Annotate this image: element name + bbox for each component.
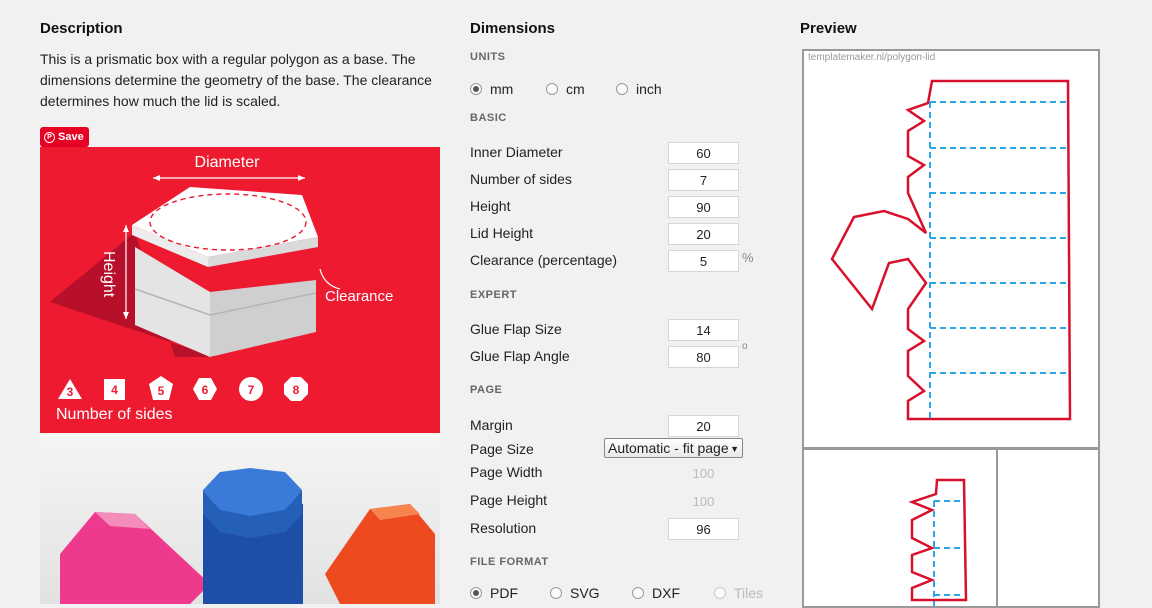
diameter-label: Diameter — [195, 154, 261, 171]
sides-6: 6 — [202, 383, 209, 397]
number-of-sides-row: Number of sides — [470, 169, 770, 191]
preview-sheet-3[interactable] — [996, 448, 1100, 608]
page-size-select[interactable]: Automatic - fit page ▼ — [604, 438, 743, 458]
cut-outline — [830, 79, 1072, 421]
preview-sheet-2[interactable] — [802, 448, 998, 608]
format-option-dxf[interactable]: DXF — [632, 585, 690, 601]
description-heading: Description — [40, 20, 123, 37]
format-option-tiles: Tiles — [714, 585, 763, 601]
clearance-row: Clearance (percentage) % — [470, 250, 770, 272]
unit-option-mm[interactable]: mm — [470, 81, 522, 97]
page-width-row: Page Width — [470, 462, 770, 484]
lid-height-input[interactable] — [668, 223, 739, 245]
dropdown-arrow-icon: ▼ — [730, 444, 739, 454]
height-label: Height — [100, 251, 117, 298]
page-width-input — [668, 462, 739, 484]
radio-checked-icon[interactable] — [470, 83, 482, 95]
boxes-photo — [40, 434, 440, 604]
glue-flap-size-input[interactable] — [668, 319, 739, 341]
units-section-label: UNITS — [470, 51, 506, 63]
glue-flap-angle-row: Glue Flap Angle o — [470, 341, 770, 368]
file-format-radio-group: PDF SVG DXF Tiles — [470, 585, 787, 601]
degree-unit: o — [742, 341, 748, 352]
format-option-label: PDF — [490, 585, 518, 601]
preview-sheet-1[interactable]: templatemaker.nl/polygon-lid — [802, 49, 1100, 449]
glue-flap-size-label: Glue Flap Size — [470, 321, 562, 337]
margin-row: Margin — [470, 415, 770, 437]
unit-option-label: cm — [566, 81, 585, 97]
page-height-row: Page Height — [470, 490, 770, 512]
lid-height-label: Lid Height — [470, 225, 534, 241]
sides-5: 5 — [158, 384, 165, 398]
sides-7: 7 — [248, 383, 255, 397]
expert-section-label: EXPERT — [470, 289, 518, 301]
pin-save-label: Save — [58, 131, 84, 143]
inner-diameter-label: Inner Diameter — [470, 144, 563, 160]
lid-height-row: Lid Height — [470, 223, 770, 245]
box-diagram: Diameter Height Clearance 3 4 5 6 7 8 Nu… — [50, 154, 393, 423]
box-side-face — [210, 280, 316, 357]
clearance-label: Clearance (percentage) — [470, 252, 618, 268]
side-count-icons: 3 4 5 6 7 8 — [58, 376, 308, 401]
unit-option-label: inch — [636, 81, 662, 97]
unit-option-inch[interactable]: inch — [616, 81, 662, 97]
page-height-label: Page Height — [470, 492, 548, 508]
format-option-label: Tiles — [734, 585, 764, 601]
radio-checked-icon[interactable] — [470, 587, 482, 599]
format-option-pdf[interactable]: PDF — [470, 585, 526, 601]
glue-flap-angle-label: Glue Flap Angle — [470, 348, 570, 364]
horizontal-fold-lines — [930, 101, 1068, 374]
lid-cut-outline — [908, 478, 968, 602]
glue-flap-size-row: Glue Flap Size — [470, 319, 770, 341]
resolution-input[interactable] — [668, 518, 739, 540]
lid-outline — [908, 478, 968, 606]
sides-3: 3 — [67, 385, 74, 399]
radio-disabled-icon — [714, 587, 726, 599]
dimensions-heading: Dimensions — [470, 20, 556, 37]
page-size-label: Page Size — [470, 441, 534, 457]
sides-8: 8 — [293, 383, 300, 397]
preview-heading: Preview — [800, 20, 857, 37]
inner-diameter-input[interactable] — [668, 142, 739, 164]
radio-unchecked-icon[interactable] — [546, 83, 558, 95]
page-section-label: PAGE — [470, 384, 503, 396]
radio-unchecked-icon[interactable] — [632, 587, 644, 599]
box-illustration: Diameter Height Clearance 3 4 5 6 7 8 Nu… — [40, 147, 440, 433]
radio-unchecked-icon[interactable] — [616, 83, 628, 95]
format-option-svg[interactable]: SVG — [550, 585, 608, 601]
margin-label: Margin — [470, 417, 513, 433]
format-option-label: SVG — [570, 585, 600, 601]
page-height-input — [668, 490, 739, 512]
inner-diameter-row: Inner Diameter — [470, 142, 770, 164]
number-of-sides-input[interactable] — [668, 169, 739, 191]
sides-4: 4 — [111, 383, 118, 397]
radio-unchecked-icon[interactable] — [550, 587, 562, 599]
description-text: This is a prismatic box with a regular p… — [40, 51, 432, 109]
margin-input[interactable] — [668, 415, 739, 437]
file-format-section-label: FILE FORMAT — [470, 556, 549, 568]
pinterest-icon: P — [44, 131, 55, 143]
height-input[interactable] — [668, 196, 739, 218]
page-size-selected: Automatic - fit page — [608, 440, 729, 456]
units-radio-group: mm cm inch — [470, 81, 686, 97]
percent-unit: % — [742, 250, 754, 265]
resolution-row: Resolution — [470, 518, 770, 540]
clearance-input[interactable] — [668, 250, 739, 272]
page-width-label: Page Width — [470, 464, 543, 480]
unit-option-label: mm — [490, 81, 514, 97]
pinterest-save-button[interactable]: P Save — [40, 127, 89, 147]
clearance-label: Clearance — [325, 288, 393, 305]
glue-flap-angle-input[interactable] — [668, 346, 739, 368]
basic-section-label: BASIC — [470, 112, 507, 124]
number-of-sides-label: Number of sides — [470, 171, 572, 187]
template-outline — [830, 79, 1072, 421]
resolution-label: Resolution — [470, 520, 537, 536]
height-label: Height — [470, 198, 511, 214]
page-size-row: Page Size Automatic - fit page ▼ — [470, 438, 770, 461]
height-row: Height — [470, 196, 770, 218]
unit-option-cm[interactable]: cm — [546, 81, 592, 97]
number-of-sides-label: Number of sides — [56, 406, 173, 423]
format-option-label: DXF — [652, 585, 680, 601]
